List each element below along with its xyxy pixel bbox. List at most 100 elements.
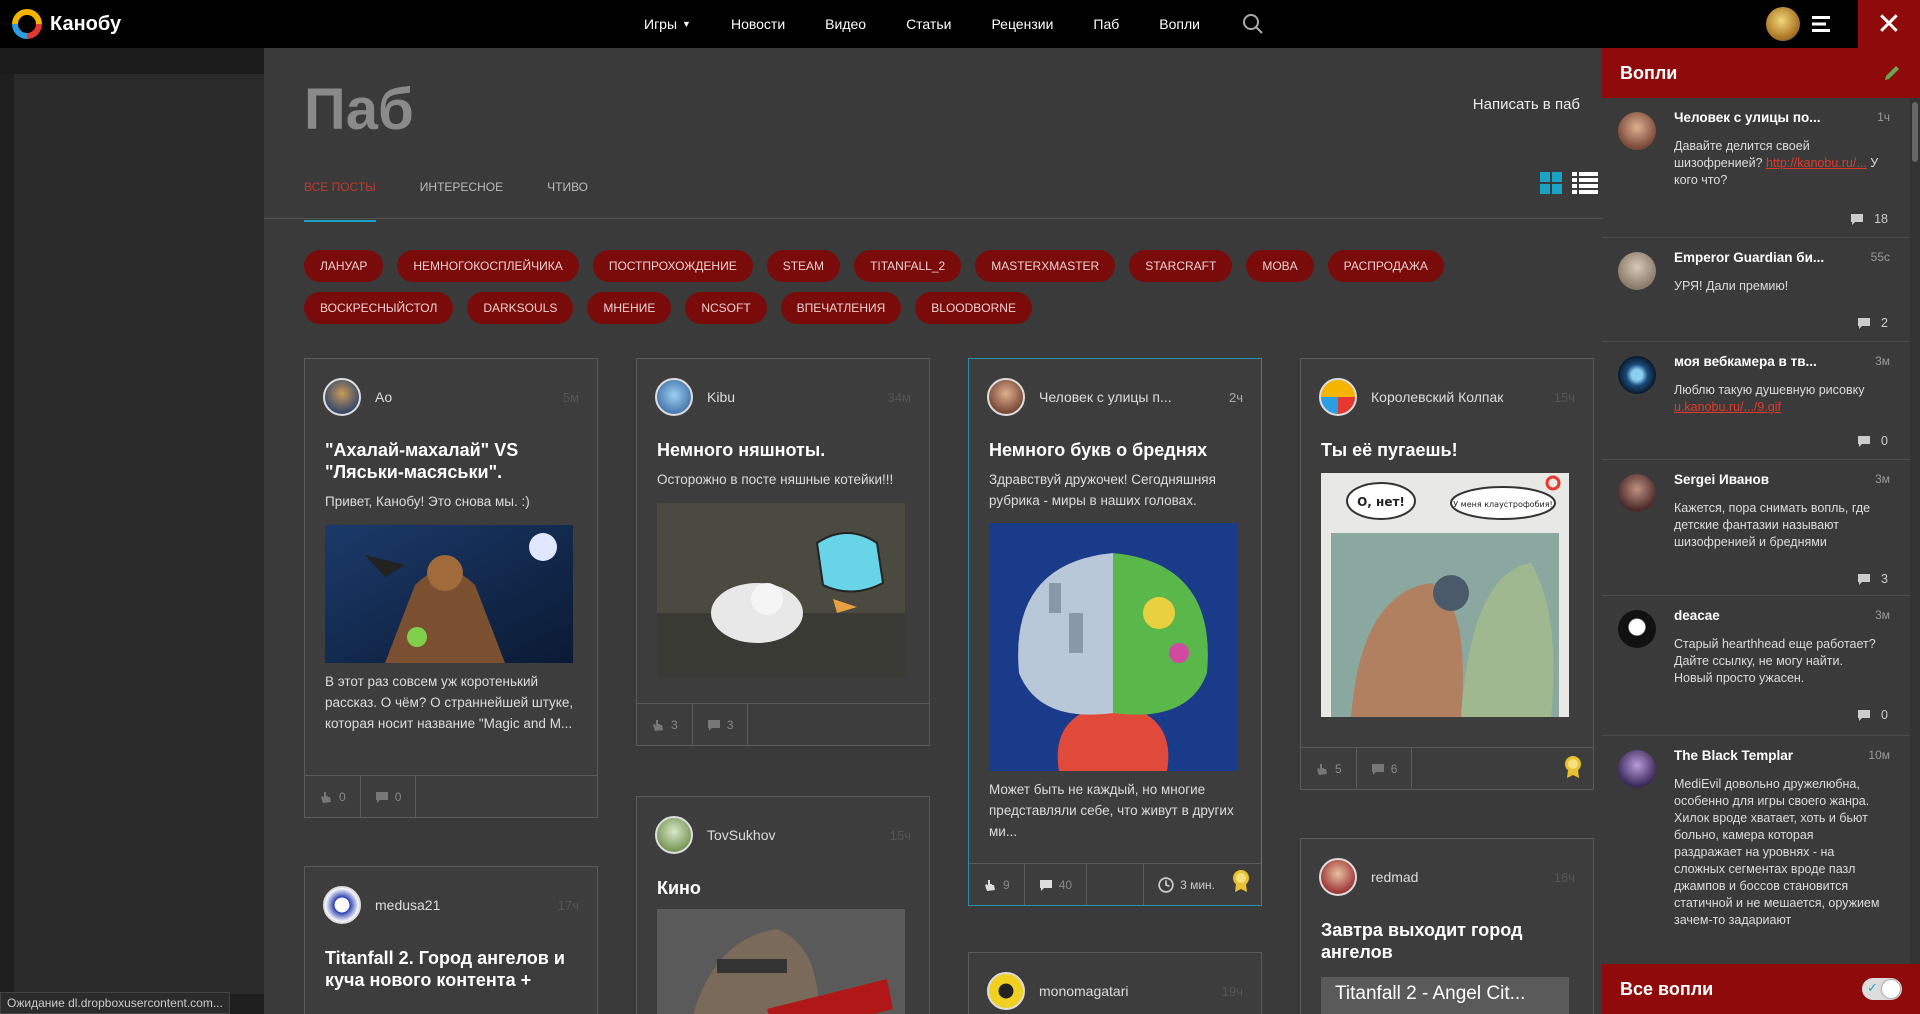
avatar[interactable] — [1618, 356, 1656, 394]
comments-button[interactable]: 3 — [693, 703, 749, 745]
post-card[interactable]: Королевский Колпак 15ч Ты её пугаешь! О,… — [1300, 358, 1594, 790]
author-name[interactable]: Королевский Колпак — [1371, 389, 1554, 405]
post-title[interactable]: "Ахалай-махалай" VS "Ляськи-масяськи". — [325, 439, 581, 483]
vopl-item[interactable]: Sergei Иванов 3м Кажется, пора снимать в… — [1602, 460, 1920, 596]
author-name[interactable]: redmad — [1371, 869, 1554, 885]
vopl-author[interactable]: Sergei Иванов — [1674, 472, 1854, 487]
search-icon[interactable] — [1242, 13, 1264, 35]
tag-chip[interactable]: ПОСТПРОХОЖДЕНИЕ — [592, 250, 753, 282]
nav-pub[interactable]: Паб — [1093, 16, 1119, 32]
vopl-author[interactable]: The Black Templar — [1674, 748, 1854, 763]
post-image[interactable] — [657, 909, 905, 1014]
avatar[interactable] — [1618, 112, 1656, 150]
post-title[interactable]: Немного букв о бреднях — [989, 439, 1245, 461]
like-button[interactable]: 9 — [969, 863, 1025, 905]
post-image[interactable] — [657, 503, 905, 677]
vopl-author[interactable]: моя вебкамера в тв... — [1674, 354, 1854, 369]
tag-chip[interactable]: МНЕНИЕ — [587, 292, 672, 324]
vopl-comments[interactable]: 3 — [1857, 572, 1888, 586]
author-name[interactable]: Kibu — [707, 389, 888, 405]
vopl-link[interactable]: u.kanobu.ru/.../9.gif — [1674, 400, 1781, 414]
vopl-author[interactable]: Emperor Guardian би... — [1674, 250, 1854, 265]
post-title[interactable]: Завтра выходит город ангелов — [1321, 919, 1577, 963]
tab-reading[interactable]: Чтиво — [547, 180, 588, 222]
sidebar-scroll-thumb[interactable] — [1912, 102, 1918, 162]
tab-all-posts[interactable]: Все посты — [304, 180, 376, 222]
tag-chip[interactable]: NCSOFT — [685, 292, 767, 324]
tag-chip[interactable]: MOBA — [1246, 250, 1314, 282]
post-card[interactable]: TovSukhov 15ч Кино — [636, 796, 930, 1014]
avatar[interactable] — [1618, 474, 1656, 512]
like-button[interactable]: 5 — [1301, 747, 1357, 789]
vopl-comments[interactable]: 0 — [1857, 434, 1888, 448]
nav-video[interactable]: Видео — [825, 16, 866, 32]
nav-articles[interactable]: Статьи — [906, 16, 951, 32]
nav-vopli[interactable]: Вопли — [1159, 16, 1200, 32]
avatar[interactable] — [1319, 858, 1357, 896]
menu-icon[interactable] — [1810, 14, 1832, 34]
list-view-icon[interactable] — [1572, 172, 1598, 194]
author-name[interactable]: TovSukhov — [707, 827, 890, 843]
nav-games[interactable]: Игры ▼ — [644, 16, 691, 32]
tab-interesting[interactable]: Интересное — [420, 180, 503, 222]
video-preview[interactable]: Titanfall 2 - Angel Cit... — [1321, 977, 1569, 1014]
post-card[interactable]: redmad 16ч Завтра выходит город ангелов … — [1300, 838, 1594, 1014]
comments-button[interactable]: 0 — [361, 775, 417, 817]
site-logo[interactable]: Канобу — [12, 9, 121, 39]
close-sidebar-button[interactable]: ✕ — [1858, 0, 1920, 48]
author-name[interactable]: Человек с улицы п... — [1039, 389, 1229, 405]
vopl-author[interactable]: Человек с улицы по... — [1674, 110, 1854, 125]
post-title[interactable]: Кино — [657, 877, 913, 899]
vopl-item[interactable]: моя вебкамера в тв... 3м Люблю такую душ… — [1602, 342, 1920, 460]
avatar[interactable] — [655, 816, 693, 854]
avatar[interactable] — [987, 972, 1025, 1010]
tag-chip[interactable]: MASTERXMASTER — [975, 250, 1116, 282]
all-vopli-link[interactable]: Все вопли — [1620, 979, 1862, 1000]
like-button[interactable]: 0 — [305, 775, 361, 817]
post-title[interactable]: Ты её пугаешь! — [1321, 439, 1577, 461]
post-card[interactable]: monomagatari 19ч — [968, 952, 1262, 1014]
tag-chip[interactable]: ВОСКРЕСНЫЙСТОЛ — [304, 292, 454, 324]
tag-chip[interactable]: STEAM — [766, 250, 841, 282]
vopl-comments[interactable]: 0 — [1857, 708, 1888, 722]
pencil-icon[interactable] — [1882, 63, 1902, 83]
vopl-comments[interactable]: 18 — [1850, 212, 1888, 226]
tag-chip[interactable]: НЕМНОГОКОСПЛЕЙЧИКА — [397, 250, 579, 282]
tag-chip[interactable]: ЛАНУАР — [304, 250, 384, 282]
vopl-link[interactable]: http://kanobu.ru/... — [1766, 156, 1867, 170]
post-image[interactable]: О, нет! У меня клаустрофобия! — [1321, 473, 1569, 717]
post-card[interactable]: Ao 5м "Ахалай-махалай" VS "Ляськи-масясь… — [304, 358, 598, 818]
write-post-link[interactable]: Написать в паб — [1473, 96, 1580, 113]
author-name[interactable]: monomagatari — [1039, 983, 1222, 999]
author-name[interactable]: medusa21 — [375, 897, 558, 913]
tag-chip[interactable]: ВПЕЧАТЛЕНИЯ — [780, 292, 902, 324]
post-title[interactable]: Немного няшноты. — [657, 439, 913, 461]
vopl-item[interactable]: Emperor Guardian би... 55с УРЯ! Дали пре… — [1602, 238, 1920, 342]
vopl-item[interactable]: deacae 3м Старый hearthhead еще работает… — [1602, 596, 1920, 736]
post-image[interactable] — [325, 525, 573, 663]
post-card[interactable]: Человек с улицы п... 2ч Немного букв о б… — [968, 358, 1262, 906]
user-avatar[interactable] — [1766, 7, 1800, 41]
post-title[interactable]: Titanfall 2. Город ангелов и куча нового… — [325, 947, 581, 991]
post-image[interactable] — [989, 523, 1237, 771]
grid-view-icon[interactable] — [1540, 172, 1562, 194]
tag-chip[interactable]: DARKSOULS — [467, 292, 574, 324]
tag-chip[interactable]: BLOODBORNE — [915, 292, 1032, 324]
avatar[interactable] — [1319, 378, 1357, 416]
author-name[interactable]: Ao — [375, 389, 563, 405]
nav-news[interactable]: Новости — [731, 16, 785, 32]
post-card[interactable]: Kibu 34м Немного няшноты. Осторожно в по… — [636, 358, 930, 746]
avatar[interactable] — [1618, 252, 1656, 290]
post-card[interactable]: medusa21 17ч Titanfall 2. Город ангелов … — [304, 866, 598, 1014]
vopli-toggle[interactable]: ✓ — [1862, 978, 1902, 1000]
vopl-item[interactable]: The Black Templar 10м MediEvil довольно … — [1602, 736, 1920, 964]
sidebar-scrollbar[interactable] — [1910, 98, 1920, 964]
avatar[interactable] — [655, 378, 693, 416]
avatar[interactable] — [323, 886, 361, 924]
comments-button[interactable]: 6 — [1357, 747, 1413, 789]
avatar[interactable] — [987, 378, 1025, 416]
vopl-comments[interactable]: 2 — [1857, 316, 1888, 330]
avatar[interactable] — [1618, 750, 1656, 788]
avatar[interactable] — [1618, 610, 1656, 648]
comments-button[interactable]: 40 — [1025, 863, 1088, 905]
